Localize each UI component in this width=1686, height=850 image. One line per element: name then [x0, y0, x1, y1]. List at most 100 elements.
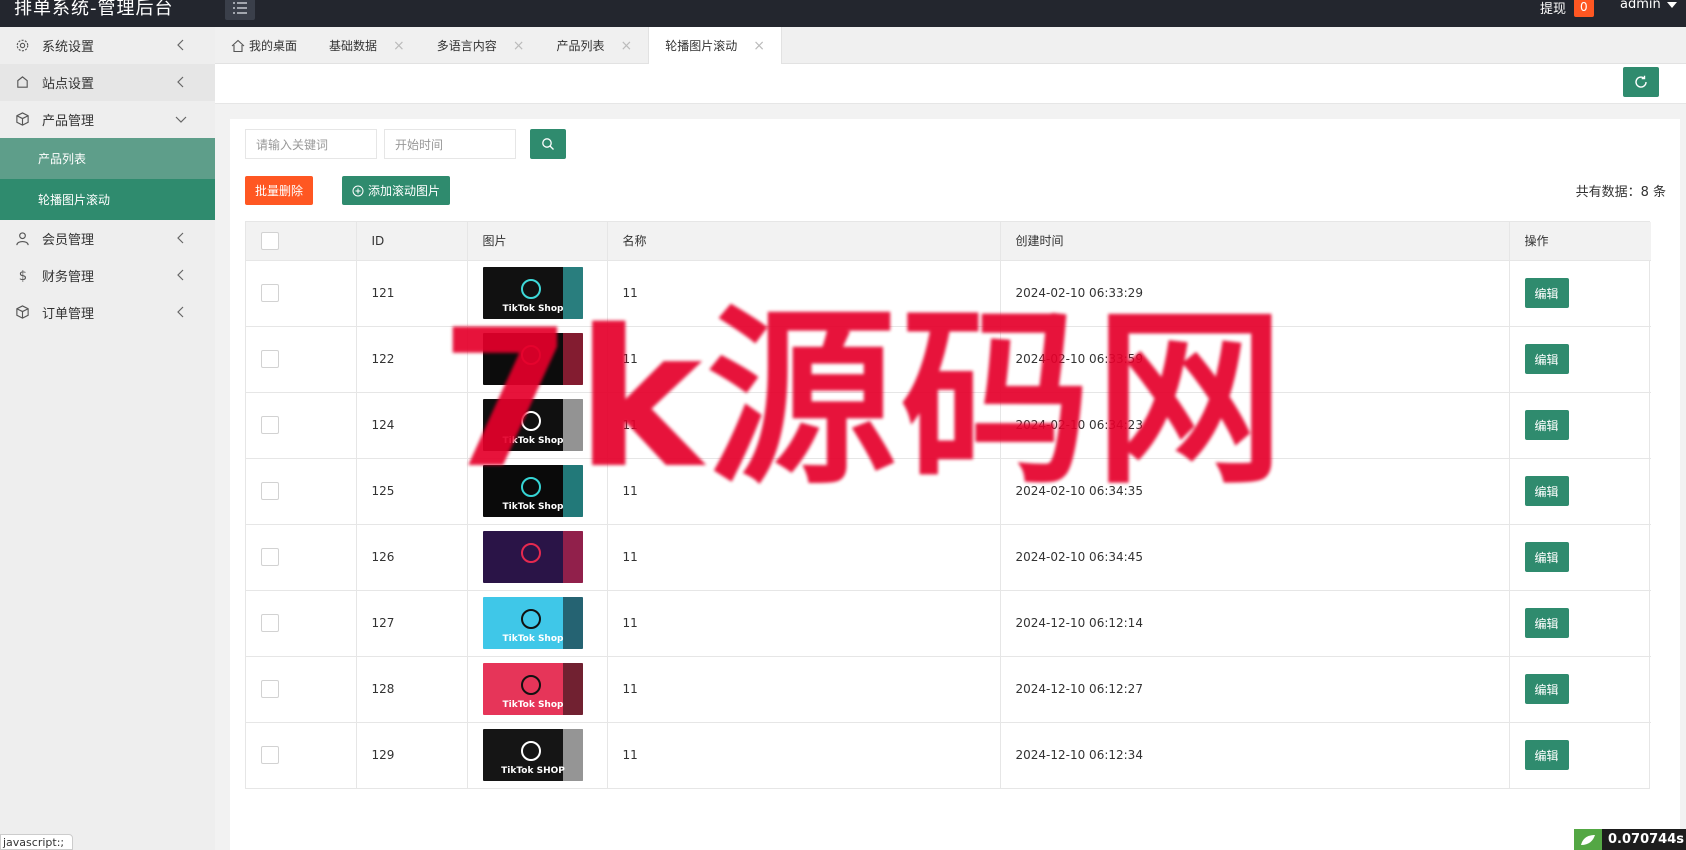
row-created: 2024-02-10 06:33:29 [1000, 260, 1510, 327]
refresh-bar [215, 64, 1686, 104]
search-button[interactable] [530, 129, 566, 159]
tab-product-list[interactable]: 产品列表 × [541, 27, 649, 64]
row-created: 2024-02-10 06:33:59 [1000, 326, 1510, 393]
row-checkbox[interactable] [261, 350, 279, 368]
withdraw-badge: 0 [1574, 0, 1594, 17]
row-name: 11 [607, 326, 1001, 393]
column-header-action: 操作 [1509, 222, 1651, 261]
user-menu[interactable]: admin [1620, 0, 1677, 12]
carousel-thumbnail[interactable]: TikTok Shop [482, 597, 583, 649]
svg-text:$: $ [18, 269, 26, 283]
row-created: 2024-02-10 06:34:35 [1000, 458, 1510, 525]
thumbnail-text: TikTok Shop [502, 700, 564, 710]
close-icon[interactable]: × [753, 38, 765, 54]
row-checkbox[interactable] [261, 284, 279, 302]
close-icon[interactable]: × [513, 38, 525, 54]
row-id: 122 [356, 326, 468, 393]
edit-button[interactable]: 编辑 [1524, 674, 1569, 704]
start-time-input[interactable]: 开始时间 [384, 129, 516, 159]
chevron-down-icon [175, 116, 187, 123]
row-select-cell [246, 722, 357, 788]
keyword-input[interactable]: 请输入关键词 [245, 129, 377, 159]
leaf-logo-icon [1574, 829, 1602, 850]
chevron-left-icon [177, 39, 184, 51]
row-action-cell: 编辑 [1509, 590, 1651, 657]
sidebar-item-system[interactable]: 系统设置 [0, 27, 215, 64]
row-checkbox[interactable] [261, 680, 279, 698]
app-title: 排单系统-管理后台 [14, 0, 174, 19]
select-all-checkbox[interactable] [261, 231, 279, 250]
row-id: 125 [356, 458, 468, 525]
row-select-cell [246, 590, 357, 657]
tab-basic-data[interactable]: 基础数据 × [313, 27, 421, 64]
list-icon [233, 2, 247, 14]
sidebar-item-label: 订单管理 [42, 307, 95, 322]
tab-desktop[interactable]: 我的桌面 [215, 27, 313, 64]
carousel-table: ID 图片 名称 创建时间 操作 121 TikTok Shop 11 2024-02… [245, 221, 1651, 789]
close-icon[interactable]: × [393, 38, 405, 54]
row-checkbox[interactable] [261, 482, 279, 500]
menu-toggle-button[interactable] [225, 0, 255, 20]
add-carousel-button[interactable]: 添加滚动图片 [342, 176, 451, 205]
row-image-cell [467, 524, 608, 591]
edit-button[interactable]: 编辑 [1524, 608, 1569, 638]
withdraw-link[interactable]: 提现 0 [1540, 0, 1594, 17]
user-icon [14, 231, 30, 247]
row-created: 2024-12-10 06:12:27 [1000, 656, 1510, 723]
row-id: 126 [356, 524, 468, 591]
user-name: admin [1620, 0, 1661, 12]
table-row: 122 11 2024-02-10 06:33:59 编辑 [246, 326, 1651, 393]
row-checkbox[interactable] [261, 416, 279, 434]
edit-button[interactable]: 编辑 [1524, 476, 1569, 506]
row-image-cell: TikTok SHOP [467, 722, 608, 788]
row-action-cell: 编辑 [1509, 722, 1651, 788]
row-created: 2024-12-10 06:12:14 [1000, 590, 1510, 657]
row-name: 11 [607, 458, 1001, 525]
column-header-image: 图片 [467, 222, 608, 261]
close-icon[interactable]: × [621, 38, 633, 54]
edit-button[interactable]: 编辑 [1524, 410, 1569, 440]
refresh-button[interactable] [1623, 67, 1659, 97]
tab-multilang[interactable]: 多语言内容 × [421, 27, 541, 64]
row-id: 127 [356, 590, 468, 657]
row-checkbox[interactable] [261, 548, 279, 566]
row-created: 2024-02-10 06:34:23 [1000, 392, 1510, 459]
chevron-left-icon [177, 232, 184, 244]
sidebar-subitem-product-list[interactable]: 产品列表 [0, 138, 215, 179]
batch-delete-button[interactable]: 批量删除 [245, 176, 314, 205]
tab-carousel[interactable]: 轮播图片滚动 × [648, 27, 783, 64]
sidebar-item-site[interactable]: 站点设置 [0, 64, 215, 101]
edit-button[interactable]: 编辑 [1524, 278, 1569, 308]
sidebar-item-order[interactable]: 订单管理 [0, 294, 215, 331]
carousel-thumbnail[interactable] [482, 531, 583, 583]
table-row: 121 TikTok Shop 11 2024-02-10 06:33:29 编辑 [246, 260, 1651, 327]
tab-bar: 我的桌面 基础数据 × 多语言内容 × 产品列表 × 轮播图片滚动 × [215, 27, 1686, 64]
carousel-thumbnail[interactable]: TikTok Shop [482, 267, 583, 319]
search-icon [542, 138, 554, 150]
carousel-thumbnail[interactable]: TikTok Shop [482, 663, 583, 715]
row-select-cell [246, 458, 357, 525]
carousel-thumbnail[interactable]: TikTok Shop [482, 465, 583, 517]
row-action-cell: 编辑 [1509, 524, 1651, 591]
chevron-left-icon [177, 306, 184, 318]
sidebar-subitem-carousel[interactable]: 轮播图片滚动 [0, 179, 215, 220]
row-created: 2024-12-10 06:12:34 [1000, 722, 1510, 788]
column-header-id: ID [356, 222, 468, 261]
chevron-left-icon [177, 269, 184, 281]
edit-button[interactable]: 编辑 [1524, 542, 1569, 572]
row-image-cell: TikTok Shop [467, 260, 608, 327]
sidebar-item-finance[interactable]: $ 财务管理 [0, 257, 215, 294]
carousel-thumbnail[interactable]: TikTok SHOP [482, 729, 583, 782]
sidebar-item-member[interactable]: 会员管理 [0, 220, 215, 257]
status-url-hint: javascript:; [0, 834, 74, 850]
row-name: 11 [607, 722, 1001, 788]
row-checkbox[interactable] [261, 614, 279, 632]
edit-button[interactable]: 编辑 [1524, 740, 1569, 771]
edit-button[interactable]: 编辑 [1524, 344, 1569, 374]
carousel-thumbnail[interactable]: TikTok Shop [482, 399, 583, 451]
sidebar-item-label: 站点设置 [42, 77, 95, 92]
sidebar-item-product[interactable]: 产品管理 [0, 101, 215, 138]
row-checkbox[interactable] [261, 746, 279, 765]
carousel-thumbnail[interactable] [482, 333, 583, 385]
cube-icon [14, 112, 30, 128]
